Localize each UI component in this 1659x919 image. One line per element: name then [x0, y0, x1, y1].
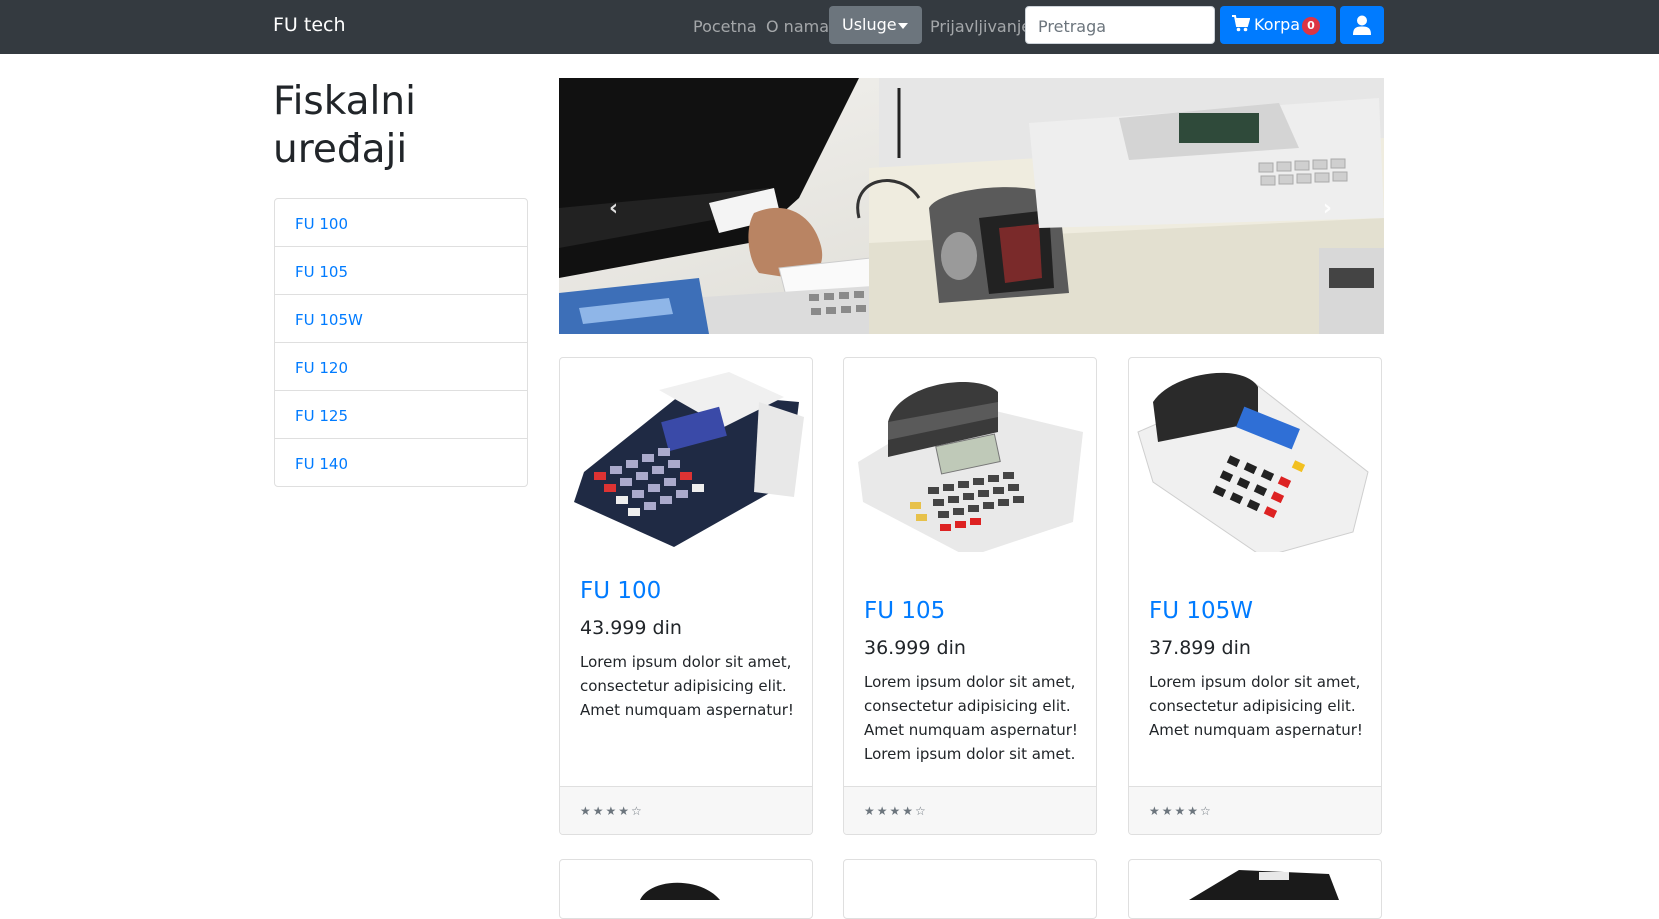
card-footer: ★★★★☆	[560, 786, 812, 834]
user-icon	[1353, 15, 1371, 35]
top-navbar: FU tech Pocetna O nama Usluge Prijavljiv…	[0, 0, 1659, 54]
carousel-prev-icon[interactable]: ‹	[609, 196, 618, 221]
product-card	[559, 859, 813, 919]
list-item[interactable]: FU 105	[275, 247, 527, 295]
product-category-list: FU 100 FU 105 FU 105W FU 120 FU 125 FU 1…	[274, 198, 528, 487]
list-item[interactable]: FU 100	[275, 199, 527, 247]
brand-logo[interactable]: FU tech	[273, 14, 346, 36]
shopping-cart-icon	[1232, 15, 1250, 32]
product-card: FU 105W 37.899 din Lorem ipsum dolor sit…	[1128, 357, 1382, 835]
cart-label: Korpa	[1254, 15, 1301, 34]
page-title: Fiskalni uređaji	[273, 79, 416, 172]
carousel-next-icon[interactable]: ›	[1323, 196, 1332, 221]
product-title[interactable]: FU 105W	[1149, 598, 1253, 624]
product-card	[1128, 859, 1382, 919]
list-item[interactable]: FU 120	[275, 343, 527, 391]
cart-count-badge: 0	[1302, 17, 1320, 35]
carousel-image	[559, 78, 1384, 334]
search-input[interactable]: Pretraga	[1025, 6, 1215, 44]
nav-link-about[interactable]: O nama	[766, 17, 829, 36]
product-price: 36.999 din	[864, 637, 966, 659]
product-description: Lorem ipsum dolor sit amet, consectetur …	[864, 673, 1078, 763]
search-placeholder: Pretraga	[1038, 17, 1107, 36]
product-image	[1137, 372, 1369, 552]
list-item[interactable]: FU 140	[275, 439, 527, 486]
product-description: Lorem ipsum dolor sit amet, consectetur …	[1149, 673, 1363, 739]
rating-stars: ★★★★☆	[864, 804, 928, 818]
product-card	[843, 859, 1097, 919]
product-image	[1189, 870, 1339, 900]
product-title[interactable]: FU 100	[580, 578, 661, 604]
user-account-button[interactable]	[1340, 6, 1384, 44]
product-title[interactable]: FU 105	[864, 598, 945, 624]
hero-carousel: ‹ ›	[559, 78, 1384, 334]
product-price: 37.899 din	[1149, 637, 1251, 659]
product-image	[858, 382, 1083, 552]
card-footer: ★★★★☆	[844, 786, 1096, 834]
product-description: Lorem ipsum dolor sit amet, consectetur …	[580, 653, 794, 719]
rating-stars: ★★★★☆	[1149, 804, 1213, 818]
product-card: FU 105 36.999 din Lorem ipsum dolor sit …	[843, 357, 1097, 835]
product-card: FU 100 43.999 din Lorem ipsum dolor sit …	[559, 357, 813, 835]
nav-link-home[interactable]: Pocetna	[693, 17, 757, 36]
caret-down-icon	[898, 23, 908, 29]
product-price: 43.999 din	[580, 617, 682, 639]
card-footer: ★★★★☆	[1129, 786, 1381, 834]
rating-stars: ★★★★☆	[580, 804, 644, 818]
list-item[interactable]: FU 125	[275, 391, 527, 439]
services-dropdown[interactable]: Usluge	[829, 6, 922, 44]
services-dropdown-label: Usluge	[842, 15, 897, 34]
list-item[interactable]: FU 105W	[275, 295, 527, 343]
product-image	[640, 882, 720, 900]
cart-button[interactable]: Korpa 0	[1220, 6, 1336, 44]
nav-link-login[interactable]: Prijavljivanje	[930, 17, 1031, 36]
product-image	[574, 372, 804, 547]
